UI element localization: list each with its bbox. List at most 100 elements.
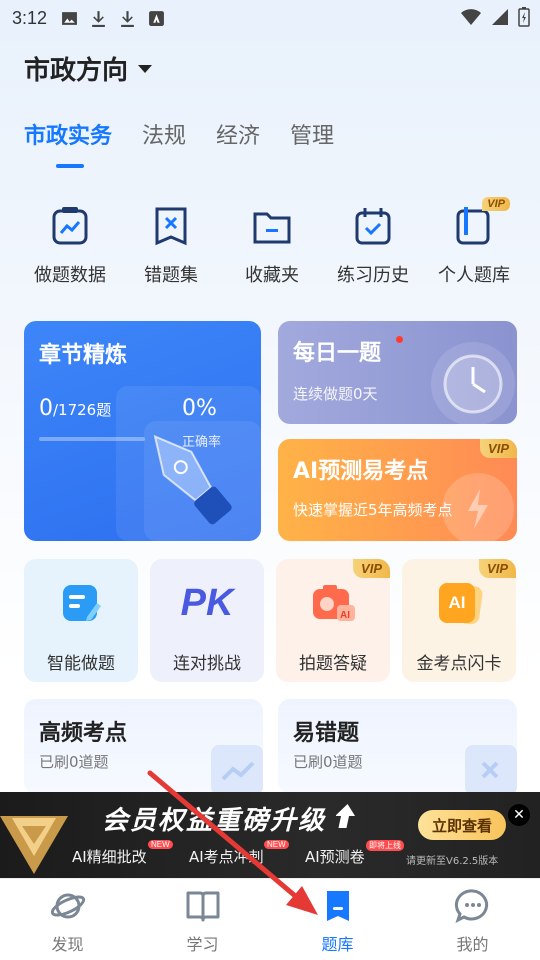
chapter-card-title: 章节精炼 [39,343,128,368]
error-prone-subtitle: 已刷0道题 [293,753,363,771]
chapter-progress: 0/1726题 [39,396,111,421]
svg-text:AI: AI [340,610,350,621]
tile-photo-qa[interactable]: AI 拍题答疑 VIP [276,559,390,682]
high-frequency-title: 高频考点 [39,721,128,746]
tile-smart-practice[interactable]: 智能做题 [24,559,138,682]
nav-label: 学习 [186,935,219,954]
signal-icon [492,9,508,25]
quick-actions: 做题数据 错题集 收藏夹 练习历史 VIP 个人题库 [24,197,520,287]
download-icon [92,10,105,27]
arrow-up-icon [336,804,356,828]
nav-label: 我的 [456,935,489,954]
daily-card-subtitle: 连续做题0天 [293,385,378,403]
nav-discover[interactable]: 发现 [0,879,135,960]
error-prone-title: 易错题 [293,721,360,746]
quick-action-label: 练习历史 [337,265,409,286]
notification-dot [396,336,403,343]
quick-action-stats[interactable]: 做题数据 [24,205,116,287]
nav-label: 题库 [321,935,354,954]
app-notification-icon [149,10,164,26]
high-frequency-subtitle: 已刷0道题 [39,753,109,771]
chapter-accuracy-label: 正确率 [182,435,222,450]
ai-predict-card[interactable]: AI预测易考点 快速掌握近5年高频考点 VIP [278,439,517,541]
quick-action-wrong-questions[interactable]: 错题集 [125,205,217,287]
calendar-check-icon [355,208,391,245]
status-right [460,7,530,27]
new-tag: NEW [264,840,289,849]
chart-icon [52,207,88,245]
tab-economics[interactable]: 经济 [216,118,260,150]
banner-headline: 会员权益重磅升级 [102,806,327,836]
nav-question-bank[interactable]: 题库 [270,879,405,960]
caret-down-icon [138,64,153,73]
vip-badge: VIP [482,197,510,211]
image-icon [62,11,77,25]
pk-icon-text: PK [180,581,234,624]
quick-action-personal-bank[interactable]: VIP 个人题库 [428,197,520,287]
quick-action-label: 收藏夹 [245,265,299,286]
quick-action-history[interactable]: 练习历史 [327,205,419,287]
folder-icon [253,212,291,244]
chapter-progress-bar [39,437,145,441]
tile-streak-challenge[interactable]: PK 连对挑战 [150,559,264,682]
ai-card-subtitle: 快速掌握近5年高频考点 [293,501,453,519]
download-icon-2 [121,10,134,27]
flashcard-icon-text: AI [448,593,466,612]
chapter-practice-card[interactable]: 章节精炼 0/1726题 0% 正确率 [24,321,261,541]
launch-tag: 即将上线 [366,840,404,851]
daily-card-title: 每日一题 [293,341,382,366]
quick-action-label: 做题数据 [34,265,106,286]
book-icon [186,891,219,922]
error-illustration [465,745,517,795]
chapter-total-count: /1726题 [53,401,112,419]
clock-illustration [431,342,515,424]
banner-feature-2: AI考点冲刺 [189,848,264,866]
camera-ai-icon: AI [313,585,355,621]
pk-icon: PK [180,579,234,627]
vip-badge: VIP [353,559,390,578]
exam-direction-selector[interactable]: 市政方向 [24,50,153,87]
membership-banner[interactable]: 会员权益重磅升级 AI精细批改 NEW AI考点冲刺 NEW AI预测卷 即将上… [0,792,540,878]
chat-bubble-icon [454,889,488,923]
tile-label: 智能做题 [47,654,115,674]
close-icon[interactable]: ✕ [508,804,530,826]
vip-badge: VIP [480,439,517,458]
planet-icon [50,893,85,919]
battery-icon [518,7,530,27]
tab-management[interactable]: 管理 [290,118,334,150]
wrong-book-icon [155,207,187,246]
tile-label: 拍题答疑 [299,654,367,674]
nav-mine[interactable]: 我的 [405,879,540,960]
tile-label: 连对挑战 [173,654,241,674]
vip-crown-illustration [0,816,68,874]
tab-municipal-practice[interactable]: 市政实务 [24,118,112,168]
banner-feature-1: AI精细批改 [72,848,147,866]
trend-illustration [211,745,263,795]
quick-action-label: 错题集 [144,265,198,286]
quick-action-label: 个人题库 [438,265,510,286]
personal-bank-icon-wrap: VIP [452,197,510,249]
status-time: 3:12 [12,7,48,28]
daily-question-card[interactable]: 每日一题 连续做题0天 [278,321,517,424]
bottom-nav: 发现 学习 题库 我的 [0,878,540,960]
status-bar: 3:12 [0,0,540,36]
nav-study[interactable]: 学习 [135,879,270,960]
new-tag: NEW [148,840,173,849]
subject-tabs: 市政实务 法规 经济 管理 [24,118,334,168]
smart-practice-icon [63,585,101,621]
tile-flashcards[interactable]: AI 金考点闪卡 VIP [402,559,516,682]
banner-feature-3: AI预测卷 [305,848,365,866]
nav-label: 发现 [51,935,84,954]
ai-flashcard-icon: AI [435,579,484,627]
ai-card-title: AI预测易考点 [293,459,429,484]
quick-action-favorites[interactable]: 收藏夹 [226,205,318,287]
high-frequency-card[interactable]: 高频考点 已刷0道题 [24,699,263,795]
tile-label: 金考点闪卡 [416,654,502,674]
error-prone-card[interactable]: 易错题 已刷0道题 [278,699,517,795]
wifi-icon [461,9,481,25]
chapter-accuracy: 0% [182,396,217,421]
vip-badge: VIP [479,559,516,578]
question-bank-icon [326,891,349,921]
tab-regulations[interactable]: 法规 [142,118,186,150]
banner-cta-button[interactable]: 立即查看 [418,810,506,840]
